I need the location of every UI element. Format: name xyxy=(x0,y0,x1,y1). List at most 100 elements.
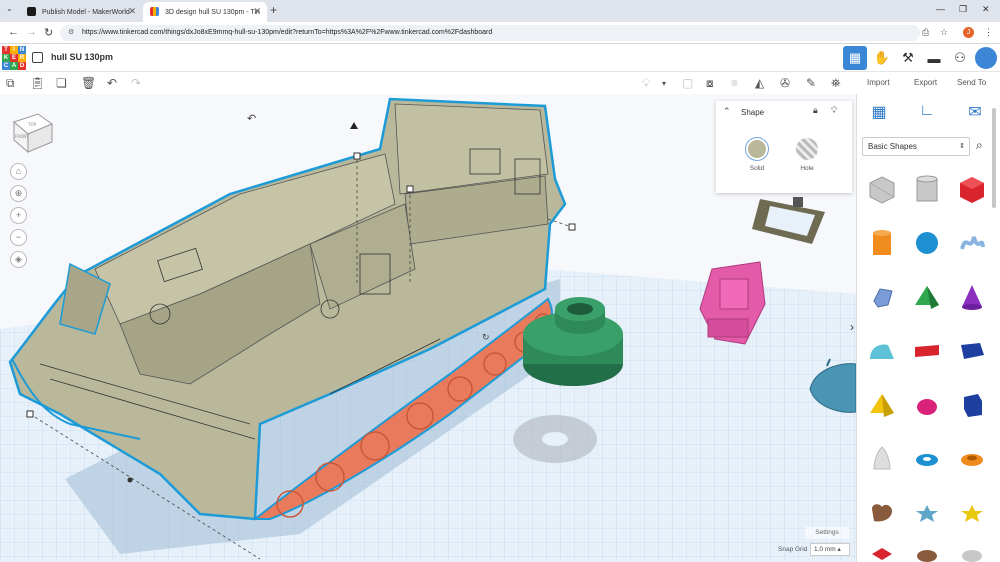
snap-grid-select[interactable]: 1.0 mm ▴ xyxy=(810,543,850,556)
send-to-button[interactable]: Send To xyxy=(957,78,986,87)
browser-menu-icon[interactable]: ⋮ xyxy=(984,27,993,38)
blocks-view-icon[interactable]: ✋ xyxy=(870,46,894,70)
ungroup-icon[interactable]: ⧇ xyxy=(706,76,714,91)
light-bulb-icon[interactable]: 💡︎ xyxy=(642,76,650,91)
paste-icon[interactable]: 📋︎ xyxy=(30,76,45,90)
profile-avatar[interactable]: J xyxy=(963,27,974,38)
briefcase-icon[interactable]: ▬ xyxy=(922,46,946,70)
cylinder-shape[interactable] xyxy=(861,218,903,268)
visibility-bulb-icon[interactable]: 💡︎ xyxy=(831,105,837,116)
shape-partial[interactable] xyxy=(951,542,993,562)
shape-partial[interactable] xyxy=(861,542,903,562)
site-info-icon[interactable]: ⚙ xyxy=(68,25,74,41)
undo-icon[interactable]: ↶ xyxy=(107,76,117,90)
url-text: https://www.tinkercad.com/things/dxJo8xE… xyxy=(82,29,493,36)
zoom-out-icon[interactable]: − xyxy=(10,229,27,246)
grid-shapes-icon[interactable]: ▦ xyxy=(867,102,891,126)
workplane-icon[interactable]: ⛯ xyxy=(831,76,841,91)
close-tab-icon[interactable]: ✕ xyxy=(128,6,136,17)
heart-shape[interactable] xyxy=(861,488,903,538)
cylinder-hole-shape[interactable] xyxy=(906,164,948,214)
cone-white-shape[interactable] xyxy=(861,434,903,484)
polygon-blue-shape[interactable] xyxy=(951,380,993,430)
chevron-down-icon[interactable]: ▾ xyxy=(662,79,666,88)
export-button[interactable]: Export xyxy=(914,78,937,87)
tab-tinkercad[interactable]: 3D design hull SU 130pm - Tin ✕ xyxy=(143,2,267,22)
url-field[interactable]: ⚙ https://www.tinkercad.com/things/dxJo8… xyxy=(60,25,920,41)
rotate-handle-icon[interactable]: ↶ xyxy=(247,112,256,125)
group-icon[interactable]: ▢ xyxy=(682,76,693,90)
hole-swatch[interactable] xyxy=(796,138,818,160)
settings-button[interactable]: Settings xyxy=(805,527,849,539)
align-icon[interactable]: ≡ xyxy=(731,76,738,90)
box-hole-shape[interactable] xyxy=(861,164,903,214)
collapse-chevron-icon[interactable]: ⌃ xyxy=(723,106,731,117)
mirror-icon[interactable]: ◭ xyxy=(755,76,764,90)
box-shape[interactable] xyxy=(951,164,993,214)
scribble-shape[interactable] xyxy=(951,218,993,268)
ruler-icon[interactable]: ✎ xyxy=(806,76,816,90)
notes-icon[interactable]: ✉ xyxy=(963,102,987,126)
minimize-icon[interactable]: — xyxy=(936,4,945,14)
ruler-tab-icon[interactable]: ∟ xyxy=(915,102,939,126)
paraboloid-shape[interactable] xyxy=(861,380,903,430)
tab-search-icon[interactable]: ⌄ xyxy=(6,4,13,13)
close-tab-icon[interactable]: ✕ xyxy=(253,6,261,17)
import-button[interactable]: Import xyxy=(867,78,890,87)
resize-handle[interactable] xyxy=(568,223,576,231)
back-icon[interactable]: ← xyxy=(8,26,19,38)
center-handle[interactable] xyxy=(127,477,133,483)
search-icon[interactable]: ⌕ xyxy=(976,138,983,153)
maximize-icon[interactable]: ❐ xyxy=(959,4,967,15)
torus-shape[interactable] xyxy=(906,434,948,484)
design-title[interactable]: hull SU 130pm xyxy=(51,52,113,62)
fit-view-icon[interactable]: ⊕ xyxy=(10,185,27,202)
duplicate-icon[interactable]: ❏ xyxy=(56,76,67,90)
cone-shape[interactable] xyxy=(951,272,993,322)
bookmark-star-icon[interactable]: ☆ xyxy=(940,27,948,38)
view-cube[interactable]: TOP FRONT xyxy=(8,106,56,159)
zoom-in-icon[interactable]: + xyxy=(10,207,27,224)
box-blue-shape[interactable] xyxy=(951,326,993,376)
close-window-icon[interactable]: ✕ xyxy=(982,4,990,15)
home-view-icon[interactable]: ⌂ xyxy=(10,163,27,180)
resize-handle[interactable] xyxy=(26,410,34,418)
new-tab-button[interactable]: + xyxy=(270,3,277,17)
design-list-icon[interactable] xyxy=(32,52,43,63)
cruise-icon[interactable]: ✇ xyxy=(780,76,790,90)
pyramid-shape[interactable] xyxy=(906,272,948,322)
polygon-shape[interactable] xyxy=(861,272,903,322)
height-arrow-handle[interactable] xyxy=(350,122,358,129)
copy-icon[interactable]: ⧉ xyxy=(6,76,15,91)
resize-handle[interactable] xyxy=(353,152,361,160)
sphere-shape[interactable] xyxy=(906,218,948,268)
tinkercad-favicon-icon xyxy=(150,7,159,16)
resize-handle[interactable] xyxy=(406,185,414,193)
dark-frame-part[interactable] xyxy=(752,197,825,244)
text-shape[interactable] xyxy=(906,326,948,376)
perspective-icon[interactable]: ◈ xyxy=(10,251,27,268)
tinkercad-logo[interactable]: TIN KER CAD xyxy=(2,46,26,70)
tab-makerworld[interactable]: Publish Model - MakerWorld ✕ xyxy=(20,2,142,22)
delete-icon[interactable]: 🗑︎ xyxy=(81,76,96,90)
half-sphere-shape[interactable] xyxy=(906,380,948,430)
reload-icon[interactable]: ↻ xyxy=(44,26,53,39)
rotate-handle-icon[interactable]: ↻ xyxy=(482,333,490,343)
roof-shape[interactable] xyxy=(861,326,903,376)
install-app-icon[interactable]: ⎙ xyxy=(922,27,929,38)
library-scrollbar[interactable] xyxy=(992,108,996,208)
shape-partial[interactable] xyxy=(906,542,948,562)
tools-icon[interactable]: ⚒ xyxy=(896,46,920,70)
forward-icon[interactable]: → xyxy=(26,26,37,38)
add-user-icon[interactable]: ⚇ xyxy=(948,46,972,70)
star-shape[interactable] xyxy=(906,488,948,538)
collapse-panel-icon[interactable]: › xyxy=(850,320,854,334)
tube-shape[interactable] xyxy=(951,434,993,484)
star-yellow-shape[interactable] xyxy=(951,488,993,538)
3d-view-button[interactable]: ▦ xyxy=(843,46,867,70)
shape-category-select[interactable]: Basic Shapes ⇕ xyxy=(862,137,970,156)
solid-color-swatch[interactable] xyxy=(746,138,768,160)
lock-icon[interactable]: 🔒︎ xyxy=(813,105,818,116)
redo-icon[interactable]: ↷ xyxy=(131,76,141,90)
user-avatar[interactable] xyxy=(975,47,997,69)
